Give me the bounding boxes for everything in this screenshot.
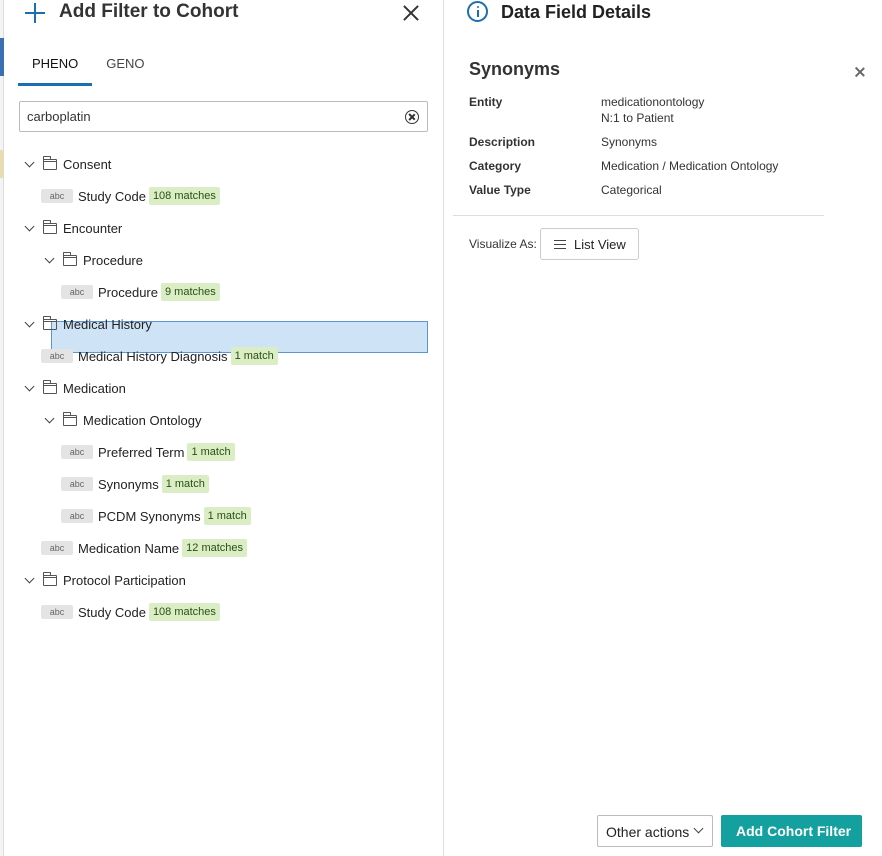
tree-field-procedure[interactable]: abc Procedure 9 matches bbox=[4, 276, 444, 308]
match-badge: 108 matches bbox=[148, 603, 220, 621]
add-cohort-filter-button[interactable]: Add Cohort Filter bbox=[721, 815, 862, 847]
tree-folder-label: Medication Ontology bbox=[83, 412, 202, 428]
detail-value: Synonyms bbox=[601, 135, 658, 149]
clear-search-icon[interactable] bbox=[405, 110, 419, 124]
chevron-down-icon[interactable] bbox=[25, 319, 35, 329]
match-badge: 1 match bbox=[230, 347, 278, 365]
tree-folder-label: Encounter bbox=[63, 220, 123, 236]
search-box bbox=[19, 101, 428, 132]
detail-value: Categorical bbox=[601, 183, 662, 197]
detail-label: Entity bbox=[469, 95, 503, 109]
add-cohort-filter-label: Add Cohort Filter bbox=[736, 823, 852, 839]
type-tag: abc bbox=[61, 445, 93, 459]
chevron-down-icon[interactable] bbox=[45, 415, 55, 425]
detail-value: medicationontology bbox=[601, 95, 705, 109]
folder-icon bbox=[63, 252, 77, 266]
folder-icon bbox=[63, 412, 77, 426]
tree-field-label: Synonyms bbox=[98, 476, 159, 492]
tree-field-synonyms[interactable]: abc Synonyms 1 match bbox=[4, 468, 444, 500]
chevron-down-icon[interactable] bbox=[45, 255, 55, 265]
other-actions-label: Other actions bbox=[606, 824, 690, 840]
match-badge: 108 matches bbox=[148, 187, 220, 205]
type-tag: abc bbox=[41, 605, 73, 619]
tab-geno[interactable]: GENO bbox=[92, 52, 158, 86]
chevron-down-icon[interactable] bbox=[25, 223, 35, 233]
tree-field-label: Procedure bbox=[98, 284, 158, 300]
folder-icon bbox=[43, 156, 57, 170]
tree-folder-label: Medical History bbox=[63, 316, 152, 332]
list-view-button[interactable]: List View bbox=[540, 228, 639, 260]
close-icon[interactable] bbox=[855, 67, 865, 77]
panel-title: Add Filter to Cohort bbox=[59, 1, 239, 22]
tree-folder-label: Protocol Participation bbox=[63, 572, 186, 588]
tree-field-medical-history-diagnosis[interactable]: abc Medical History Diagnosis 1 match bbox=[4, 340, 444, 372]
tab-pheno[interactable]: PHENO bbox=[18, 52, 93, 86]
match-badge: 1 match bbox=[203, 507, 251, 525]
chevron-down-icon[interactable] bbox=[25, 383, 35, 393]
tree-field-label: Medical History Diagnosis bbox=[78, 348, 228, 364]
detail-label: Description bbox=[469, 135, 536, 149]
chevron-down-icon bbox=[693, 823, 704, 834]
tree-field-pcdm-synonyms[interactable]: abc PCDM Synonyms 1 match bbox=[4, 500, 444, 532]
detail-value-secondary: N:1 to Patient bbox=[601, 111, 674, 125]
type-tag: abc bbox=[41, 189, 73, 203]
folder-icon bbox=[43, 316, 57, 330]
details-title: Data Field Details bbox=[501, 2, 652, 22]
folder-icon bbox=[43, 380, 57, 394]
tree-field-study-code[interactable]: abc Study Code 108 matches bbox=[4, 180, 444, 212]
tree-folder-label: Procedure bbox=[83, 252, 143, 268]
match-badge: 12 matches bbox=[182, 539, 248, 557]
detail-value: Medication / Medication Ontology bbox=[601, 159, 779, 173]
tree-field-medication-name[interactable]: abc Medication Name 12 matches bbox=[4, 532, 444, 564]
match-badge: 9 matches bbox=[160, 283, 220, 301]
data-field-details-panel: Data Field Details Synonyms Entity medic… bbox=[445, 0, 882, 856]
tree-field-label: Medication Name bbox=[78, 540, 180, 556]
tree-field-label: Preferred Term bbox=[98, 444, 185, 460]
chevron-down-icon[interactable] bbox=[25, 159, 35, 169]
search-input[interactable] bbox=[20, 102, 390, 131]
tree-folder-procedure[interactable]: Procedure bbox=[4, 244, 444, 276]
tree-folder-encounter[interactable]: Encounter bbox=[4, 212, 444, 244]
tree-field-label: Study Code bbox=[78, 604, 146, 620]
close-icon[interactable] bbox=[401, 3, 421, 23]
tree-field-label: PCDM Synonyms bbox=[98, 508, 201, 524]
tree-field-preferred-term[interactable]: abc Preferred Term 1 match bbox=[4, 436, 444, 468]
type-tag: abc bbox=[61, 509, 93, 523]
divider bbox=[453, 215, 824, 216]
list-view-label: List View bbox=[574, 237, 626, 252]
type-tag: abc bbox=[41, 349, 73, 363]
tree-folder-medication-ontology[interactable]: Medication Ontology bbox=[4, 404, 444, 436]
detail-label: Category bbox=[469, 159, 522, 173]
type-tag: abc bbox=[61, 477, 93, 491]
folder-icon bbox=[43, 572, 57, 586]
list-icon bbox=[554, 240, 566, 250]
tree-folder-medication[interactable]: Medication bbox=[4, 372, 444, 404]
info-icon bbox=[467, 1, 488, 22]
tree-folder-label: Consent bbox=[63, 156, 112, 172]
chevron-down-icon[interactable] bbox=[25, 575, 35, 585]
plus-icon bbox=[24, 2, 46, 24]
type-tag: abc bbox=[61, 285, 93, 299]
tree-folder-label: Medication bbox=[63, 380, 126, 396]
match-badge: 1 match bbox=[187, 443, 235, 461]
add-filter-panel: Add Filter to Cohort PHENO GENO Consent … bbox=[4, 0, 444, 856]
match-badge: 1 match bbox=[161, 475, 209, 493]
type-tag: abc bbox=[41, 541, 73, 555]
visualize-label: Visualize As: bbox=[469, 237, 537, 251]
folder-icon bbox=[43, 220, 57, 234]
tree-field-study-code[interactable]: abc Study Code 108 matches bbox=[4, 596, 444, 628]
other-actions-dropdown[interactable]: Other actions bbox=[597, 815, 713, 847]
field-name-heading: Synonyms bbox=[469, 59, 561, 79]
tab-bar: PHENO GENO bbox=[18, 52, 159, 87]
tree-field-label: Study Code bbox=[78, 188, 146, 204]
tree-folder-protocol-participation[interactable]: Protocol Participation bbox=[4, 564, 444, 596]
tree-folder-medical-history[interactable]: Medical History bbox=[4, 308, 444, 340]
detail-label: Value Type bbox=[469, 183, 531, 197]
tree-folder-consent[interactable]: Consent bbox=[4, 148, 444, 180]
